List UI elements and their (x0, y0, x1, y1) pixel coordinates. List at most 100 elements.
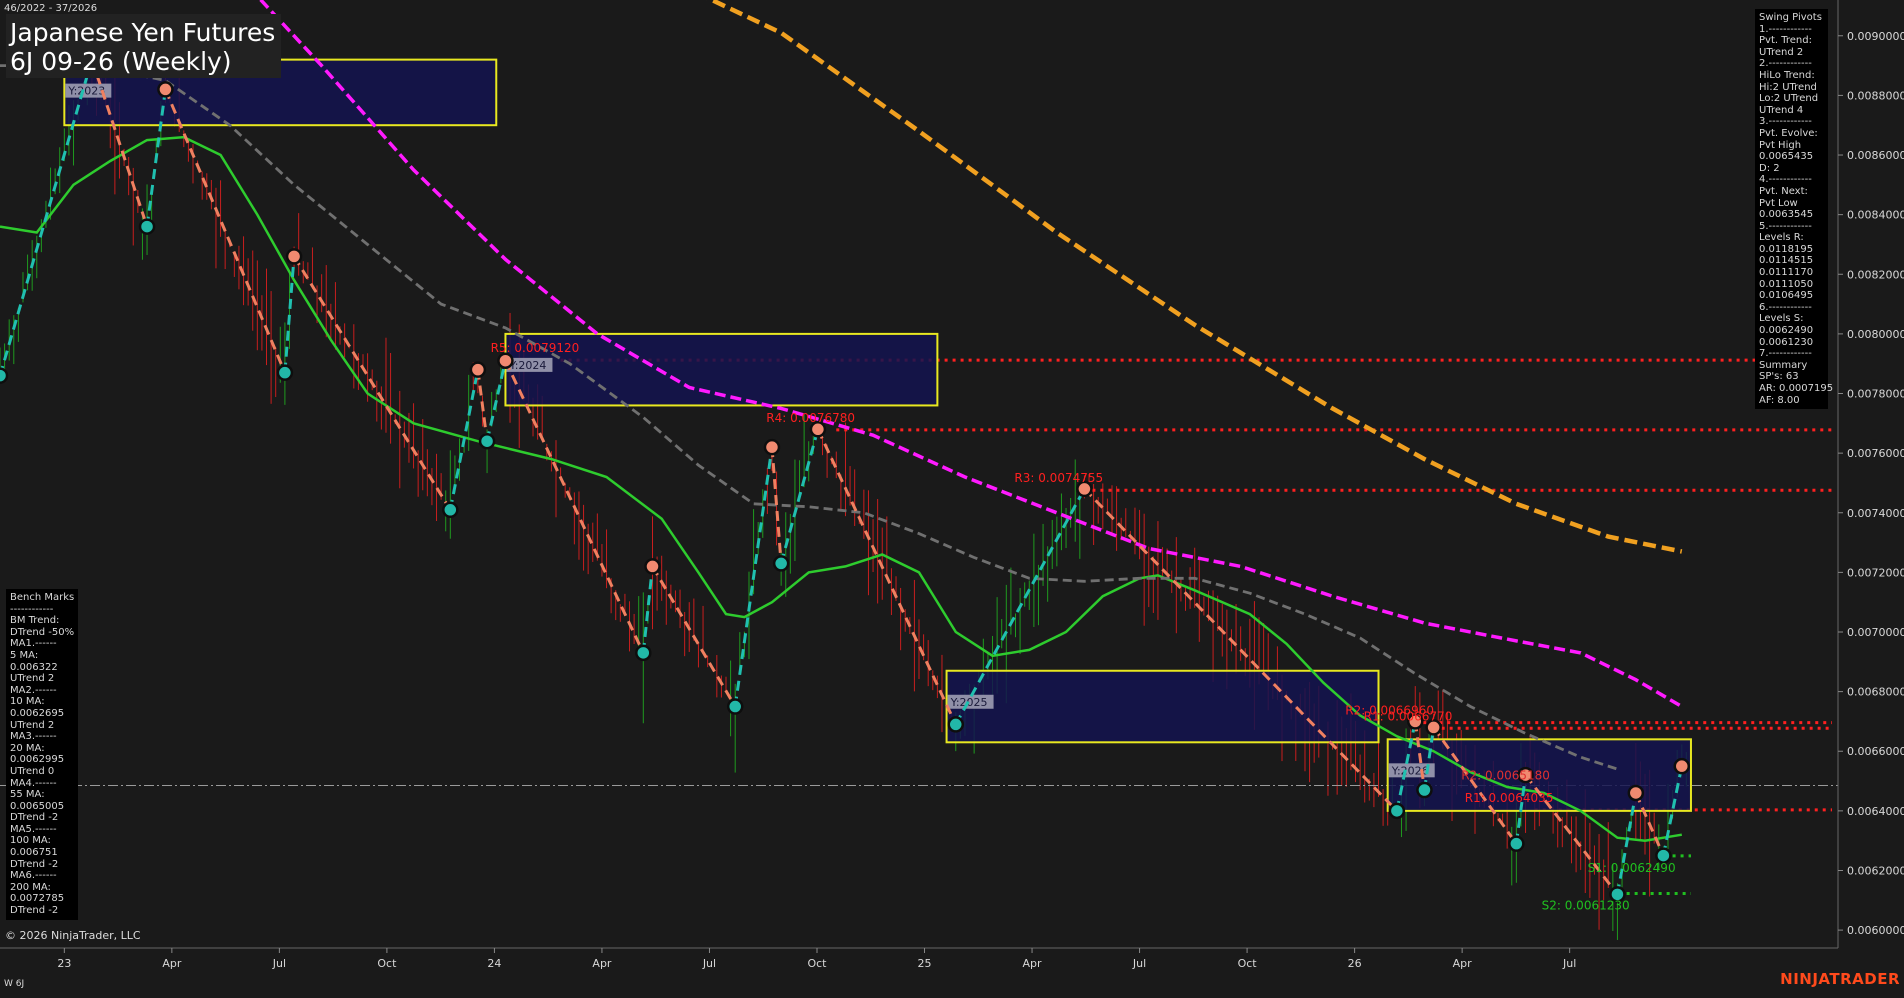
y-tick-label: 0.0076000 (1847, 447, 1904, 460)
x-tick-label: 25 (918, 957, 932, 970)
panel-line: AF: 8.00 (1759, 394, 1800, 406)
panel-line: 0.0106495 (1759, 290, 1814, 302)
pivot-high-marker (497, 352, 514, 369)
swing-down-line (651, 565, 737, 708)
panel-line: 7.------------ (1759, 348, 1812, 360)
x-tick-label: Jul (272, 957, 286, 970)
pivot-high-marker (644, 558, 661, 575)
panel-line: MA6.------ (10, 870, 57, 882)
panel-line: Levels S: (1759, 313, 1804, 325)
panel-line: 3.------------ (1759, 116, 1812, 128)
panel-line: 0.0065435 (1759, 151, 1814, 163)
x-tick-label: 23 (57, 957, 71, 970)
y-tick-label: 0.0082000 (1847, 268, 1904, 281)
panel-line: 10 MA: (10, 696, 45, 708)
panel-line: 5.------------ (1759, 220, 1812, 232)
panel-line: 0.0061230 (1759, 336, 1814, 348)
panel-line: DTrend -50% (10, 626, 75, 638)
y-tick-label: 0.0090000 (1847, 30, 1904, 43)
pivot-high-marker (157, 81, 174, 98)
panel-line: 0.0062490 (1759, 325, 1814, 337)
x-tick-label: Oct (807, 957, 827, 970)
title-instrument: Japanese Yen Futures (10, 18, 276, 47)
panel-line: 0.0111050 (1759, 278, 1814, 290)
x-tick-label: Apr (1453, 957, 1473, 970)
pivot-high-marker (1627, 784, 1645, 802)
support-label: S2: 0.0061230 (1542, 898, 1630, 912)
x-tick-label: 26 (1348, 957, 1362, 970)
panel-line: 0.006322 (10, 661, 58, 673)
symbol-tag: W 6J (4, 979, 25, 989)
bench-marks-panel: Bench Marks ------------ BM Trend: DTrend -… (6, 589, 78, 920)
x-tick-label: Apr (592, 957, 612, 970)
panel-line: UTrend 4 (1759, 104, 1804, 116)
pivot-high-marker (1673, 757, 1691, 775)
panel-line: 0.0118195 (1759, 243, 1814, 255)
panel-line: Levels R: (1759, 232, 1804, 244)
panel-line: D: 2 (1759, 162, 1780, 174)
pivot-low-marker (1416, 781, 1433, 799)
x-tick-label: Apr (1023, 957, 1043, 970)
swing-down-line (816, 428, 958, 726)
panel-line: 55 MA: (10, 789, 45, 801)
panel-line: BM Trend: (10, 615, 60, 627)
y-tick-label: 0.0066000 (1847, 745, 1904, 758)
y-tick-label: 0.0088000 (1847, 89, 1904, 102)
panel-line: 0.0062995 (10, 754, 65, 766)
pivot-high-marker (285, 248, 303, 265)
panel-line: Pvt High (1759, 139, 1802, 151)
level-label: R2: 0.0065180 (1461, 769, 1550, 783)
swing-pivots-panel: Swing Pivots 1.------------ Pvt. Trend: UTr… (1755, 9, 1834, 410)
panel-line: UTrend 0 (10, 765, 55, 777)
year-box-label: Y:2023 (67, 85, 105, 98)
chart-axes: 0.0060000 0.0062000 0.0064000 0.0066000 0.00… (0, 0, 1904, 970)
panel-line: HiLo Trend: (1759, 69, 1815, 81)
panel-line: 0.006751 (10, 847, 58, 859)
resistance-label: R4: 0.0076780 (766, 411, 855, 425)
panel-line: DTrend -2 (10, 858, 59, 870)
pivot-low-marker (1508, 835, 1525, 852)
panel-line: AR: 0.0007195 (1759, 383, 1834, 394)
x-tick-label: Jul (702, 957, 716, 970)
pivot-low-marker (726, 698, 744, 715)
level-labels: R5: 0.0079120 R4: 0.0076780 R3: 0.0074755 R… (491, 341, 1676, 912)
y-tick-label: 0.0068000 (1847, 686, 1904, 699)
panel-line: 0.0062695 (10, 707, 65, 719)
copyright-text: © 2026 NinjaTrader, LLC (5, 929, 141, 942)
y-tick-label: 0.0074000 (1847, 507, 1904, 520)
pivot-low-marker (0, 367, 9, 384)
panel-line: 0.0111170 (1759, 267, 1814, 279)
pivot-low-marker (478, 432, 496, 450)
y-tick-label: 0.0072000 (1847, 566, 1904, 579)
panel-line: SP's: 63 (1759, 371, 1799, 383)
swing-up-line (779, 428, 820, 564)
panel-line: 0.0114515 (1759, 255, 1814, 267)
ma-line-200-ma (706, 0, 1683, 554)
pivot-low-marker (947, 716, 965, 733)
panel-line: 200 MA: (10, 881, 51, 893)
panel-line: 20 MA: (10, 742, 45, 754)
panel-line: Summary (1759, 359, 1808, 371)
resistance-label: R1: 0.0064035 (1465, 791, 1554, 805)
panel-line: UTrend 2 (10, 673, 55, 685)
panel-line: Swing Pivots (1759, 12, 1822, 23)
pivot-low-marker (276, 364, 294, 381)
panel-line: MA5.------ (10, 823, 57, 835)
y-tick-label: 0.0080000 (1847, 328, 1904, 341)
panel-line: Lo:2 UTrend (1759, 93, 1819, 105)
date-range: 46/2022 - 37/2026 (4, 3, 98, 14)
resistance-label: R5: 0.0079120 (491, 341, 580, 355)
pivot-low-marker (635, 644, 652, 662)
price-chart[interactable]: Y:2023Y:2024Y:2025Y:2026 R5: 0.0079120 R4… (0, 0, 1904, 994)
panel-line: Pvt Low (1759, 197, 1798, 209)
pivot-low-marker (772, 555, 790, 572)
year-range-boxes: Y:2023Y:2024Y:2025Y:2026 (63, 58, 1692, 812)
support-label: S1: 0.0062490 (1588, 861, 1676, 875)
panel-line: DTrend -2 (10, 812, 59, 824)
pivot-low-marker (442, 501, 459, 519)
chart-canvas[interactable]: Y:2023Y:2024Y:2025Y:2026 R5: 0.0079120 R4… (0, 0, 1904, 994)
chart-title: Japanese Yen Futures 6J 09-26 (Weekly) (6, 14, 282, 78)
panel-line: 0.0063545 (1759, 209, 1814, 221)
swing-down-line (476, 369, 489, 442)
x-tick-label: 24 (487, 957, 501, 970)
